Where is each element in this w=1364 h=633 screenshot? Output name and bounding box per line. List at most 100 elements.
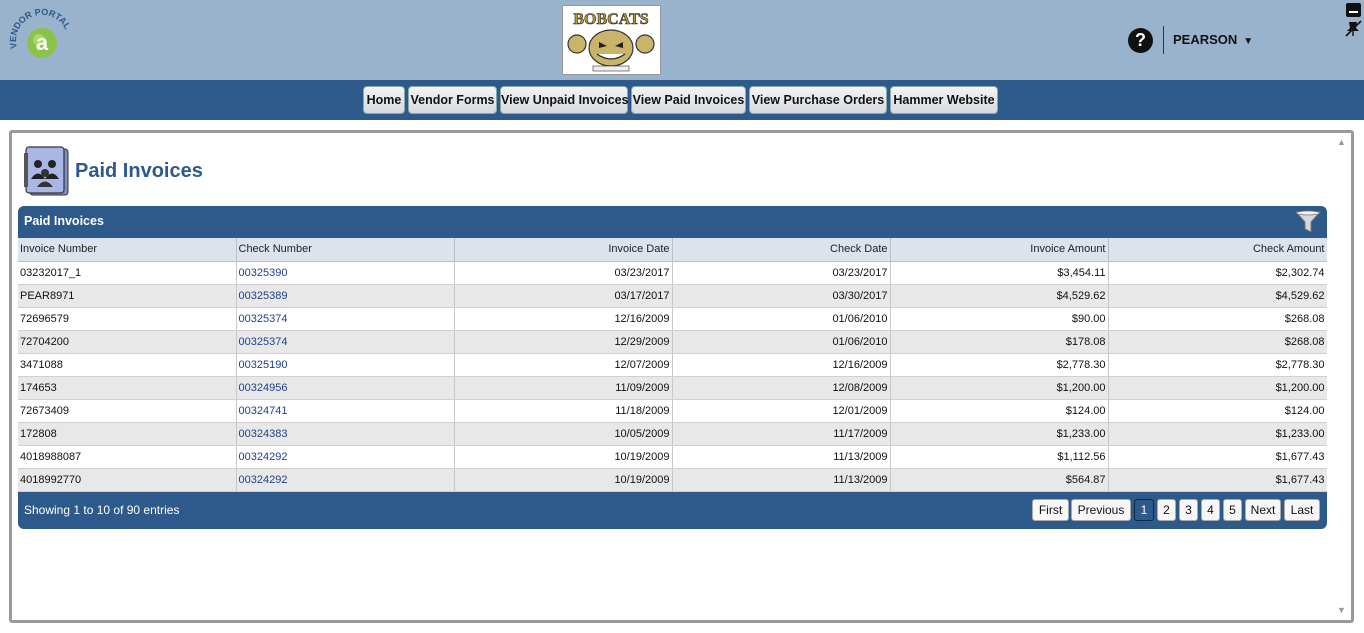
check-number-link[interactable]: 00325389 [239,290,288,302]
content-panel: ▲ ▼ Paid Invoices Paid Invoices Invoice … [9,130,1354,623]
cell-invoice-number: 174653 [18,376,237,400]
cell-invoice-amount: $178.08 [890,330,1109,354]
table-row: 172808 00324383 10/05/2009 11/17/2009 $1… [18,422,1327,446]
cell-invoice-number: 4018992770 [18,468,237,492]
pagination-first-button[interactable]: First [1032,499,1069,521]
pagination-next-button[interactable]: Next [1245,499,1281,521]
invoice-book-icon [22,145,70,197]
scroll-down-icon[interactable]: ▼ [1337,605,1346,615]
cell-check-date: 11/13/2009 [672,468,891,492]
cell-check-date: 11/17/2009 [672,422,891,446]
help-icon[interactable]: ? [1128,28,1153,53]
nav-hammer-website-button[interactable]: Hammer Website [890,86,998,114]
logo-letter: a [36,30,49,55]
cell-check-amount: $1,200.00 [1108,376,1327,400]
scroll-up-icon[interactable]: ▲ [1337,137,1346,147]
app-header: a VENDOR PORTAL BOBCATS ? PEARSON ▼ [0,0,1364,80]
main-nav: Home Vendor Forms View Unpaid Invoices V… [0,80,1364,120]
nav-home-button[interactable]: Home [363,86,405,114]
mascot-text: BOBCATS [573,11,648,28]
nav-view-purchase-orders-button[interactable]: View Purchase Orders [749,86,887,114]
paid-invoices-table: Invoice Number Check Number Invoice Date… [18,238,1327,492]
table-row: 72673409 00324741 11/18/2009 12/01/2009 … [18,399,1327,423]
cell-check-number: 00325390 [236,261,455,285]
check-number-link[interactable]: 00324383 [239,428,288,440]
column-header-check-number[interactable]: Check Number [236,238,455,262]
nav-view-unpaid-invoices-button[interactable]: View Unpaid Invoices [500,86,629,114]
cell-check-number: 00324292 [236,445,455,469]
column-header-invoice-date[interactable]: Invoice Date [454,238,673,262]
cell-invoice-number: PEAR8971 [18,284,237,308]
table-row: 03232017_1 00325390 03/23/2017 03/23/201… [18,261,1327,285]
pagination-page-3-button[interactable]: 3 [1179,499,1198,521]
cell-invoice-number: 03232017_1 [18,261,237,285]
table-row: PEAR8971 00325389 03/17/2017 03/30/2017 … [18,284,1327,308]
pagination-last-button[interactable]: Last [1284,499,1320,521]
user-menu[interactable]: PEARSON ▼ [1173,32,1253,47]
table-row: 174653 00324956 11/09/2009 12/08/2009 $1… [18,376,1327,400]
pagination-previous-button[interactable]: Previous [1071,499,1131,521]
check-number-link[interactable]: 00325374 [239,336,288,348]
user-name: PEARSON [1173,32,1238,47]
column-header-check-amount[interactable]: Check Amount [1108,238,1327,262]
cell-invoice-amount: $3,454.11 [890,261,1109,285]
cell-invoice-amount: $1,233.00 [890,422,1109,446]
cell-check-date: 11/13/2009 [672,445,891,469]
table-row: 72704200 00325374 12/29/2009 01/06/2010 … [18,330,1327,354]
cell-check-number: 00325374 [236,307,455,331]
check-number-link[interactable]: 00325374 [239,313,288,325]
cell-check-amount: $4,529.62 [1108,284,1327,308]
cell-invoice-amount: $4,529.62 [890,284,1109,308]
cell-invoice-amount: $2,778.30 [890,353,1109,377]
nav-vendor-forms-button[interactable]: Vendor Forms [408,86,497,114]
cell-check-date: 03/23/2017 [672,261,891,285]
cell-check-date: 03/30/2017 [672,284,891,308]
page-title: Paid Invoices [75,160,203,182]
cell-check-number: 00324956 [236,376,455,400]
cell-check-date: 01/06/2010 [672,307,891,331]
cell-invoice-date: 10/19/2009 [454,468,673,492]
cell-check-date: 12/16/2009 [672,353,891,377]
pagination-page-5-button[interactable]: 5 [1223,499,1242,521]
unpin-icon[interactable] [1345,20,1362,37]
cell-check-date: 12/08/2009 [672,376,891,400]
table-footer-bar: Showing 1 to 10 of 90 entries First Prev… [18,492,1327,529]
entries-info: Showing 1 to 10 of 90 entries [24,503,180,517]
cell-check-date: 12/01/2009 [672,399,891,423]
table-row: 4018992770 00324292 10/19/2009 11/13/200… [18,468,1327,492]
cell-invoice-date: 03/23/2017 [454,261,673,285]
table-row: 3471088 00325190 12/07/2009 12/16/2009 $… [18,353,1327,377]
cell-invoice-amount: $124.00 [890,399,1109,423]
cell-invoice-number: 4018988087 [18,445,237,469]
pagination-page-2-button[interactable]: 2 [1157,499,1176,521]
check-number-link[interactable]: 00324292 [239,474,288,486]
cell-check-number: 00325190 [236,353,455,377]
header-divider [1163,26,1164,54]
filter-icon[interactable] [1294,210,1322,234]
check-number-link[interactable]: 00325190 [239,359,288,371]
pagination-page-4-button[interactable]: 4 [1201,499,1220,521]
nav-view-paid-invoices-button[interactable]: View Paid Invoices [631,86,746,114]
vendor-portal-logo[interactable]: a VENDOR PORTAL [5,7,75,74]
cell-invoice-date: 12/16/2009 [454,307,673,331]
check-number-link[interactable]: 00324956 [239,382,288,394]
check-number-link[interactable]: 00324741 [239,405,288,417]
cell-check-amount: $1,677.43 [1108,445,1327,469]
check-number-link[interactable]: 00324292 [239,451,288,463]
cell-invoice-number: 72673409 [18,399,237,423]
pagination-page-1-button[interactable]: 1 [1134,499,1154,521]
column-header-invoice-number[interactable]: Invoice Number [18,238,237,262]
cell-check-number: 00325374 [236,330,455,354]
cell-invoice-amount: $1,112.56 [890,445,1109,469]
cell-invoice-number: 72704200 [18,330,237,354]
cell-invoice-date: 10/05/2009 [454,422,673,446]
table-header-bar: Paid Invoices [18,206,1327,238]
column-header-check-date[interactable]: Check Date [672,238,891,262]
cell-check-number: 00324741 [236,399,455,423]
chevron-down-icon: ▼ [1243,36,1254,47]
check-number-link[interactable]: 00325390 [239,267,288,279]
cell-invoice-number: 172808 [18,422,237,446]
table-row: 4018988087 00324292 10/19/2009 11/13/200… [18,445,1327,469]
minimize-icon[interactable] [1346,3,1361,17]
column-header-invoice-amount[interactable]: Invoice Amount [890,238,1109,262]
